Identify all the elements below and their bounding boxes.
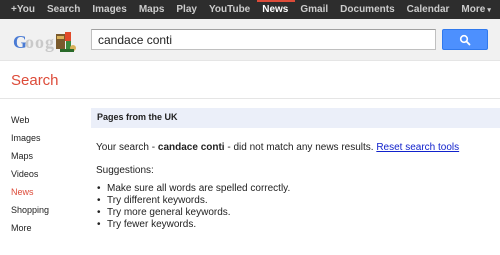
left-nav-item-more[interactable]: More: [11, 219, 81, 237]
no-results-query: candace conti: [157, 142, 225, 153]
svg-text:g: g: [45, 32, 54, 52]
no-results-message: Your search - candace conti - did not ma…: [96, 142, 459, 153]
suggestion-item: Try more general keywords.: [96, 207, 290, 219]
search-input[interactable]: [91, 29, 436, 50]
left-nav-item-videos[interactable]: Videos: [11, 165, 81, 183]
chevron-down-icon: ▾: [487, 6, 491, 14]
active-tab-indicator: [257, 0, 295, 2]
top-nav-item-maps[interactable]: Maps: [134, 0, 172, 19]
search-header: G o o g: [0, 19, 500, 61]
page-title: Search: [11, 72, 59, 89]
top-nav-more-label: More: [461, 3, 486, 15]
google-doodle-logo[interactable]: G o o g: [13, 30, 77, 54]
left-nav: Web Images Maps Videos News Shopping Mor…: [11, 111, 81, 237]
no-results-prefix: Your search -: [96, 142, 158, 153]
suggestion-item: Try fewer keywords.: [96, 219, 290, 231]
top-nav-item-youtube[interactable]: YouTube: [204, 0, 257, 19]
top-nav-item-gmail[interactable]: Gmail: [295, 0, 335, 19]
suggestions-label: Suggestions:: [96, 165, 154, 176]
top-nav-item-images[interactable]: Images: [87, 0, 133, 19]
top-nav-item-news[interactable]: News: [257, 0, 295, 19]
region-label: Pages from the UK: [97, 112, 178, 122]
suggestion-item: Make sure all words are spelled correctl…: [96, 183, 290, 195]
left-nav-item-web[interactable]: Web: [11, 111, 81, 129]
reset-search-tools-link[interactable]: Reset search tools: [376, 142, 459, 153]
region-bar: Pages from the UK: [91, 108, 500, 128]
top-nav-item-calendar[interactable]: Calendar: [402, 0, 457, 19]
search-button[interactable]: [442, 29, 488, 50]
svg-text:o: o: [35, 32, 44, 52]
left-nav-item-news[interactable]: News: [11, 183, 81, 201]
section-header: Search: [0, 62, 500, 99]
top-nav-bar: +You Search Images Maps Play YouTube New…: [0, 0, 500, 19]
left-nav-item-shopping[interactable]: Shopping: [11, 201, 81, 219]
top-nav-item-documents[interactable]: Documents: [335, 0, 401, 19]
svg-text:o: o: [25, 32, 34, 52]
suggestion-item: Try different keywords.: [96, 195, 290, 207]
top-nav-item-play[interactable]: Play: [171, 0, 204, 19]
left-nav-item-images[interactable]: Images: [11, 129, 81, 147]
top-nav-item-search[interactable]: Search: [42, 0, 87, 19]
no-results-suffix: - did not match any news results.: [224, 142, 377, 153]
top-nav: +You Search Images Maps Play YouTube New…: [0, 0, 500, 19]
top-nav-item-you[interactable]: +You: [6, 0, 42, 19]
search-icon: [459, 34, 471, 45]
left-nav-item-maps[interactable]: Maps: [11, 147, 81, 165]
top-nav-item-more[interactable]: More ▾: [456, 0, 497, 20]
suggestions-list: Make sure all words are spelled correctl…: [96, 183, 290, 231]
